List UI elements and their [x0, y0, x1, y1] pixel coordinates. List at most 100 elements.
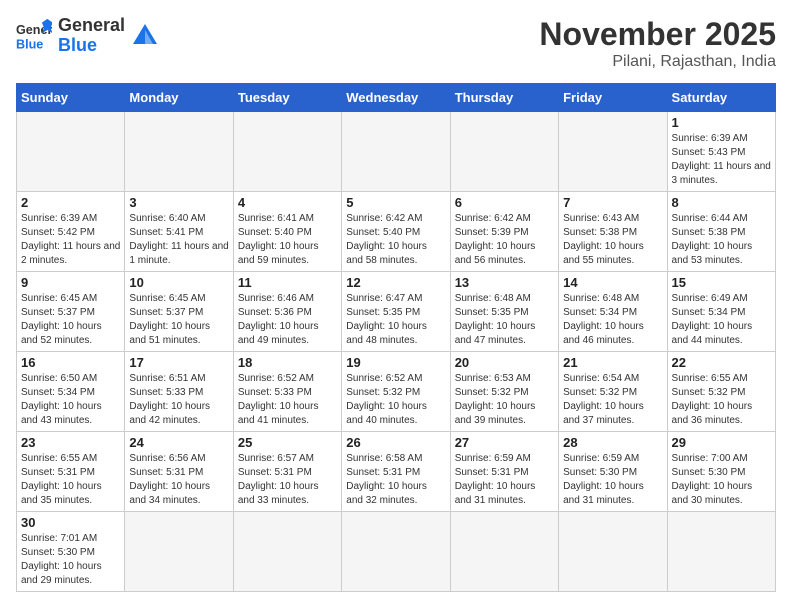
day-number: 5: [346, 195, 445, 210]
calendar-cell: 14Sunrise: 6:48 AM Sunset: 5:34 PM Dayli…: [559, 272, 667, 352]
calendar-table: SundayMondayTuesdayWednesdayThursdayFrid…: [16, 83, 776, 592]
day-info: Sunrise: 6:42 AM Sunset: 5:40 PM Dayligh…: [346, 212, 445, 268]
day-number: 27: [455, 435, 554, 450]
calendar-week-row: 23 Sunrise: 6:55 AM Sunset: 5:31 PM Dayli…: [17, 432, 776, 512]
calendar-cell: 20Sunrise: 6:53 AM Sunset: 5:32 PM Dayli…: [450, 352, 558, 432]
day-info: Sunrise: 6:43 AM Sunset: 5:38 PM Dayligh…: [563, 212, 662, 268]
calendar-cell: 24Sunrise: 6:56 AM Sunset: 5:31 PM Dayli…: [125, 432, 233, 512]
day-number: 1: [672, 115, 771, 130]
day-number: 12: [346, 275, 445, 290]
weekday-header-tuesday: Tuesday: [233, 84, 341, 112]
day-info: Sunrise: 6:55 AM Sunset: 5:31 PM Dayligh…: [21, 452, 120, 508]
month-title: November 2025: [539, 16, 776, 53]
day-number: 11: [238, 275, 337, 290]
day-info: Sunrise: 7:00 AM Sunset: 5:30 PM Dayligh…: [672, 452, 771, 508]
weekday-header-thursday: Thursday: [450, 84, 558, 112]
calendar-cell: 11 Sunrise: 6:46 AM Sunset: 5:36 PM Dayli…: [233, 272, 341, 352]
day-info: Sunrise: 6:39 AM Sunset: 5:43 PM Dayligh…: [672, 132, 771, 188]
day-number: 4: [238, 195, 337, 210]
day-info: Sunrise: 6:52 AM Sunset: 5:33 PM Dayligh…: [238, 372, 337, 428]
calendar-cell: 17 Sunrise: 6:51 AM Sunset: 5:33 PM Dayli…: [125, 352, 233, 432]
location: Pilani, Rajasthan, India: [539, 53, 776, 71]
calendar-cell: [342, 112, 450, 192]
day-number: 9: [21, 275, 120, 290]
day-info: Sunrise: 6:52 AM Sunset: 5:32 PM Dayligh…: [346, 372, 445, 428]
calendar-cell: [450, 112, 558, 192]
day-info: Sunrise: 6:41 AM Sunset: 5:40 PM Dayligh…: [238, 212, 337, 268]
calendar-cell: 1 Sunrise: 6:39 AM Sunset: 5:43 PM Daylig…: [667, 112, 775, 192]
day-info: Sunrise: 6:45 AM Sunset: 5:37 PM Dayligh…: [129, 292, 228, 348]
calendar-cell: 12 Sunrise: 6:47 AM Sunset: 5:35 PM Dayli…: [342, 272, 450, 352]
day-number: 20: [455, 355, 554, 370]
calendar-cell: 8Sunrise: 6:44 AM Sunset: 5:38 PM Daylig…: [667, 192, 775, 272]
day-number: 16: [21, 355, 120, 370]
weekday-header-monday: Monday: [125, 84, 233, 112]
day-info: Sunrise: 6:56 AM Sunset: 5:31 PM Dayligh…: [129, 452, 228, 508]
day-number: 10: [129, 275, 228, 290]
calendar-week-row: 2Sunrise: 6:39 AM Sunset: 5:42 PM Daylig…: [17, 192, 776, 272]
calendar-cell: 21Sunrise: 6:54 AM Sunset: 5:32 PM Dayli…: [559, 352, 667, 432]
calendar-cell: 23 Sunrise: 6:55 AM Sunset: 5:31 PM Dayli…: [17, 432, 125, 512]
day-number: 14: [563, 275, 662, 290]
day-number: 3: [129, 195, 228, 210]
day-number: 26: [346, 435, 445, 450]
calendar-cell: 5 Sunrise: 6:42 AM Sunset: 5:40 PM Daylig…: [342, 192, 450, 272]
day-info: Sunrise: 6:59 AM Sunset: 5:31 PM Dayligh…: [455, 452, 554, 508]
day-info: Sunrise: 6:55 AM Sunset: 5:32 PM Dayligh…: [672, 372, 771, 428]
calendar-cell: 2Sunrise: 6:39 AM Sunset: 5:42 PM Daylig…: [17, 192, 125, 272]
day-info: Sunrise: 6:58 AM Sunset: 5:31 PM Dayligh…: [346, 452, 445, 508]
calendar-cell: 30 Sunrise: 7:01 AM Sunset: 5:30 PM Dayli…: [17, 512, 125, 592]
calendar-cell: 29 Sunrise: 7:00 AM Sunset: 5:30 PM Dayli…: [667, 432, 775, 512]
weekday-header-row: SundayMondayTuesdayWednesdayThursdayFrid…: [17, 84, 776, 112]
day-number: 29: [672, 435, 771, 450]
calendar-cell: [450, 512, 558, 592]
day-info: Sunrise: 6:45 AM Sunset: 5:37 PM Dayligh…: [21, 292, 120, 348]
day-info: Sunrise: 6:40 AM Sunset: 5:41 PM Dayligh…: [129, 212, 228, 268]
page-header: General Blue General Blue November 2025 …: [16, 16, 776, 71]
logo-icon: General Blue: [16, 18, 52, 54]
day-info: Sunrise: 6:46 AM Sunset: 5:36 PM Dayligh…: [238, 292, 337, 348]
calendar-cell: 16Sunrise: 6:50 AM Sunset: 5:34 PM Dayli…: [17, 352, 125, 432]
day-number: 15: [672, 275, 771, 290]
calendar-cell: [233, 512, 341, 592]
calendar-week-row: 1 Sunrise: 6:39 AM Sunset: 5:43 PM Daylig…: [17, 112, 776, 192]
calendar-cell: [667, 512, 775, 592]
day-number: 17: [129, 355, 228, 370]
calendar-cell: [125, 112, 233, 192]
calendar-cell: 25Sunrise: 6:57 AM Sunset: 5:31 PM Dayli…: [233, 432, 341, 512]
calendar-cell: [559, 512, 667, 592]
day-number: 30: [21, 515, 120, 530]
day-info: Sunrise: 6:59 AM Sunset: 5:30 PM Dayligh…: [563, 452, 662, 508]
day-info: Sunrise: 6:51 AM Sunset: 5:33 PM Dayligh…: [129, 372, 228, 428]
logo: General Blue General Blue: [16, 16, 159, 56]
title-block: November 2025 Pilani, Rajasthan, India: [539, 16, 776, 71]
calendar-cell: 4 Sunrise: 6:41 AM Sunset: 5:40 PM Daylig…: [233, 192, 341, 272]
day-number: 6: [455, 195, 554, 210]
day-number: 18: [238, 355, 337, 370]
calendar-cell: [125, 512, 233, 592]
weekday-header-saturday: Saturday: [667, 84, 775, 112]
calendar-cell: 28 Sunrise: 6:59 AM Sunset: 5:30 PM Dayli…: [559, 432, 667, 512]
calendar-cell: 18 Sunrise: 6:52 AM Sunset: 5:33 PM Dayli…: [233, 352, 341, 432]
logo-triangle-icon: [131, 22, 159, 50]
day-info: Sunrise: 6:47 AM Sunset: 5:35 PM Dayligh…: [346, 292, 445, 348]
day-info: Sunrise: 6:39 AM Sunset: 5:42 PM Dayligh…: [21, 212, 120, 268]
day-info: Sunrise: 6:57 AM Sunset: 5:31 PM Dayligh…: [238, 452, 337, 508]
calendar-cell: 9 Sunrise: 6:45 AM Sunset: 5:37 PM Daylig…: [17, 272, 125, 352]
day-number: 13: [455, 275, 554, 290]
day-info: Sunrise: 7:01 AM Sunset: 5:30 PM Dayligh…: [21, 532, 120, 588]
weekday-header-sunday: Sunday: [17, 84, 125, 112]
day-info: Sunrise: 6:48 AM Sunset: 5:35 PM Dayligh…: [455, 292, 554, 348]
calendar-cell: 3 Sunrise: 6:40 AM Sunset: 5:41 PM Daylig…: [125, 192, 233, 272]
day-number: 23: [21, 435, 120, 450]
day-info: Sunrise: 6:49 AM Sunset: 5:34 PM Dayligh…: [672, 292, 771, 348]
day-number: 28: [563, 435, 662, 450]
logo-general-text: General: [58, 16, 125, 36]
weekday-header-wednesday: Wednesday: [342, 84, 450, 112]
calendar-cell: 26 Sunrise: 6:58 AM Sunset: 5:31 PM Dayli…: [342, 432, 450, 512]
day-number: 19: [346, 355, 445, 370]
svg-text:Blue: Blue: [16, 37, 43, 51]
weekday-header-friday: Friday: [559, 84, 667, 112]
logo-blue-text: Blue: [58, 36, 125, 56]
calendar-cell: 22Sunrise: 6:55 AM Sunset: 5:32 PM Dayli…: [667, 352, 775, 432]
